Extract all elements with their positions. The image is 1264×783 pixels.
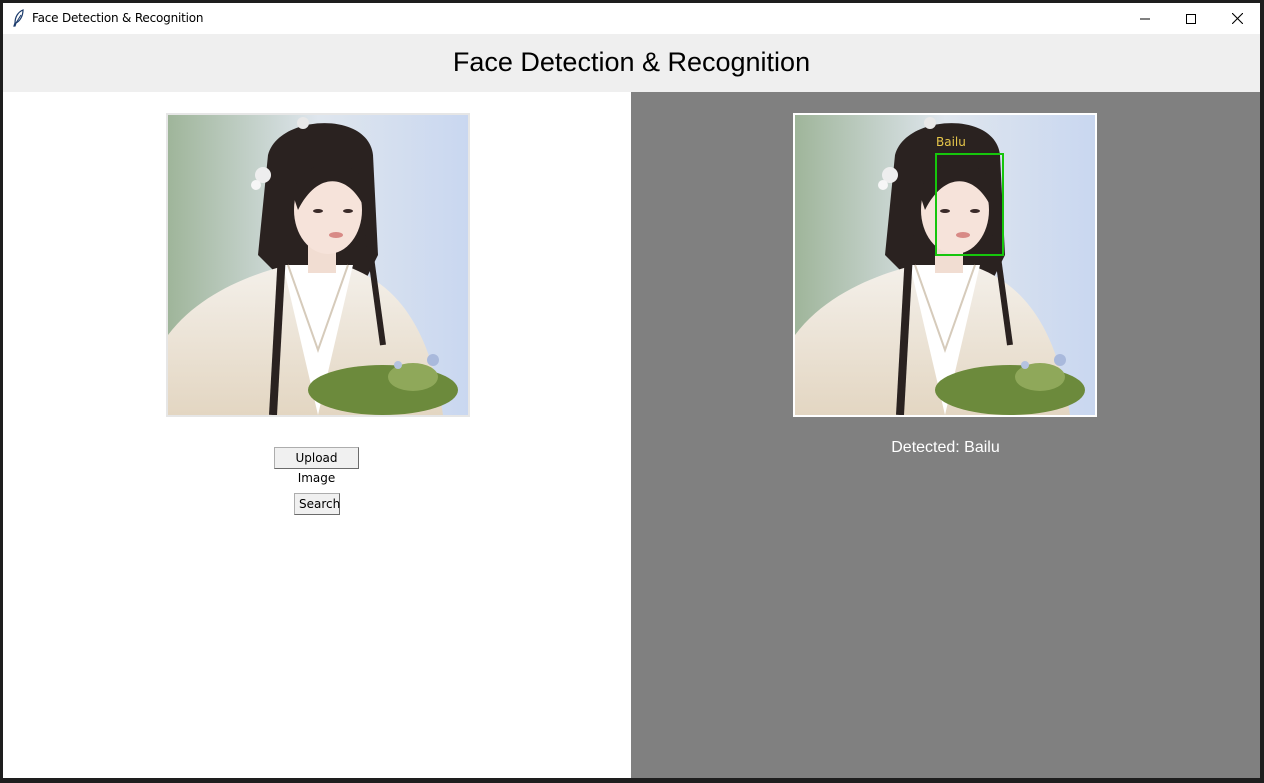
- minimize-button[interactable]: [1122, 3, 1168, 34]
- input-panel: Upload Image Search: [3, 92, 631, 778]
- app-header: Face Detection & Recognition: [3, 34, 1260, 92]
- minimize-icon: [1140, 18, 1150, 19]
- upload-image-button[interactable]: Upload Image: [274, 447, 359, 485]
- window-title: Face Detection & Recognition: [32, 11, 204, 25]
- maximize-button[interactable]: [1168, 3, 1214, 34]
- face-name-label: Bailu: [936, 135, 966, 149]
- close-button[interactable]: [1214, 3, 1260, 34]
- result-image: Bailu: [793, 113, 1097, 417]
- feather-icon: [13, 9, 24, 27]
- detection-result-text: Detected: Bailu: [891, 439, 1000, 456]
- face-bounding-box: [935, 153, 1004, 256]
- input-image: [166, 113, 470, 417]
- search-button[interactable]: Search: [294, 493, 340, 515]
- app-window: Face Detection & Recognition Face Detect…: [3, 3, 1260, 778]
- result-panel: Bailu Detected: Bailu: [631, 92, 1260, 778]
- portrait-photo-icon: [168, 115, 468, 415]
- title-bar[interactable]: Face Detection & Recognition: [3, 3, 1260, 34]
- maximize-icon: [1186, 13, 1196, 24]
- page-title: Face Detection & Recognition: [452, 47, 811, 77]
- close-icon: [1231, 13, 1243, 24]
